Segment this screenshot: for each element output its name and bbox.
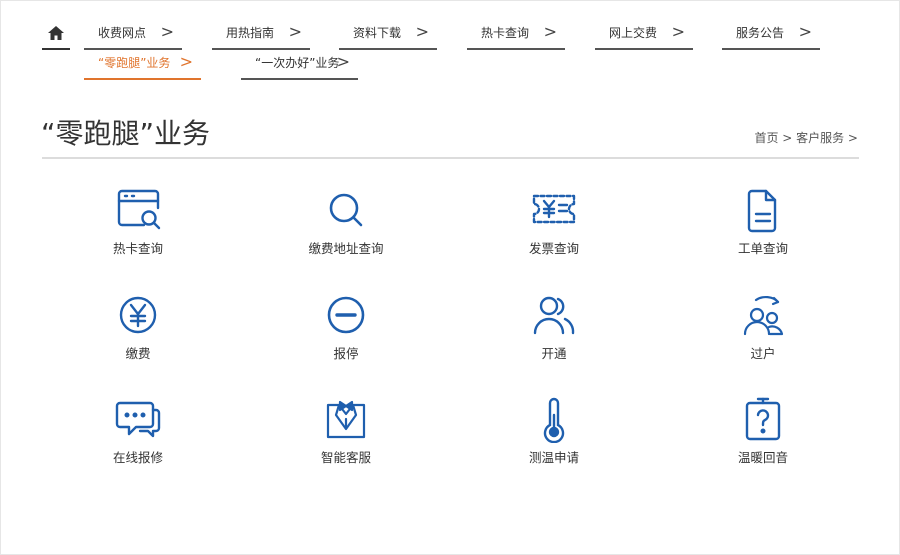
service-label: 发票查询 xyxy=(528,241,579,256)
nav-item-label: 网上交费 xyxy=(609,26,658,40)
search-icon xyxy=(321,188,371,234)
nav-item-label: 资料下载 xyxy=(353,26,402,40)
nav-item-one-time-done[interactable]: “一次办好”业务 > xyxy=(241,52,358,80)
card-search-icon xyxy=(113,188,163,234)
chevron-right-icon: > xyxy=(543,22,557,41)
service-label: 热卡查询 xyxy=(112,241,163,256)
nav-item-label: “零跑腿”业务 xyxy=(98,56,171,70)
chat-bubble-icon xyxy=(113,397,163,443)
service-temperature-request[interactable]: 测温申请 xyxy=(479,397,629,487)
question-board-icon xyxy=(738,397,788,443)
chevron-right-icon: > xyxy=(336,52,350,71)
nav-item-downloads[interactable]: 资料下载 > xyxy=(339,22,437,50)
service-label: 缴费地址查询 xyxy=(308,241,384,256)
page-title: “零跑腿”业务 xyxy=(41,117,211,150)
top-navigation: 收费网点 > 用热指南 > 资料下载 > 热卡查询 > 网上交费 > 服务公告 … xyxy=(0,0,900,90)
service-payment-address-query[interactable]: 缴费地址查询 xyxy=(271,188,421,278)
nav-item-label: 热卡查询 xyxy=(481,26,530,40)
nav-item-label: 收费网点 xyxy=(98,26,147,40)
home-button[interactable] xyxy=(42,22,70,50)
invoice-icon xyxy=(529,188,579,234)
service-label: 报停 xyxy=(333,346,359,361)
service-label: 温暖回音 xyxy=(737,450,788,465)
customer-service-icon xyxy=(321,397,371,443)
breadcrumb[interactable]: 首页 > 客户服务 > xyxy=(754,129,858,146)
thermometer-icon xyxy=(529,397,579,443)
nav-item-announcements[interactable]: 服务公告 > xyxy=(722,22,820,50)
service-pay[interactable]: 缴费 xyxy=(63,293,213,383)
home-icon xyxy=(48,26,64,40)
service-label: 开通 xyxy=(541,346,567,361)
nav-item-label: “一次办好”业务 xyxy=(255,56,340,70)
nav-item-label: 用热指南 xyxy=(226,26,275,40)
service-online-repair[interactable]: 在线报修 xyxy=(63,397,213,487)
service-activate[interactable]: 开通 xyxy=(479,293,629,383)
chevron-right-icon: > xyxy=(671,22,685,41)
service-label: 工单查询 xyxy=(737,241,788,256)
nav-item-zero-errand[interactable]: “零跑腿”业务 > xyxy=(84,52,201,80)
chevron-right-icon: > xyxy=(179,52,193,71)
chevron-right-icon: > xyxy=(798,22,812,41)
service-label: 过户 xyxy=(750,346,776,361)
divider xyxy=(42,157,859,159)
service-smart-support[interactable]: 智能客服 xyxy=(271,397,421,487)
nav-item-fee-outlets[interactable]: 收费网点 > xyxy=(84,22,182,50)
nav-item-label: 服务公告 xyxy=(736,26,785,40)
service-transfer[interactable]: 过户 xyxy=(688,293,838,383)
nav-item-heating-guide[interactable]: 用热指南 > xyxy=(212,22,310,50)
service-label: 测温申请 xyxy=(528,450,579,465)
users-icon xyxy=(529,293,579,339)
chevron-right-icon: > xyxy=(160,22,174,41)
nav-item-online-payment[interactable]: 网上交费 > xyxy=(595,22,693,50)
service-card-query[interactable]: 热卡查询 xyxy=(63,188,213,278)
yuan-coin-icon xyxy=(113,293,163,339)
service-label: 缴费 xyxy=(125,346,151,361)
nav-item-card-query[interactable]: 热卡查询 > xyxy=(467,22,565,50)
transfer-users-icon xyxy=(738,293,788,339)
service-warm-feedback[interactable]: 温暖回音 xyxy=(688,397,838,487)
service-work-order-query[interactable]: 工单查询 xyxy=(688,188,838,278)
chevron-right-icon: > xyxy=(415,22,429,41)
document-icon xyxy=(738,188,788,234)
stop-circle-icon xyxy=(321,293,371,339)
chevron-right-icon: > xyxy=(288,22,302,41)
service-label: 智能客服 xyxy=(320,450,371,465)
service-label: 在线报修 xyxy=(112,450,163,465)
service-suspend[interactable]: 报停 xyxy=(271,293,421,383)
service-invoice-query[interactable]: 发票查询 xyxy=(479,188,629,278)
